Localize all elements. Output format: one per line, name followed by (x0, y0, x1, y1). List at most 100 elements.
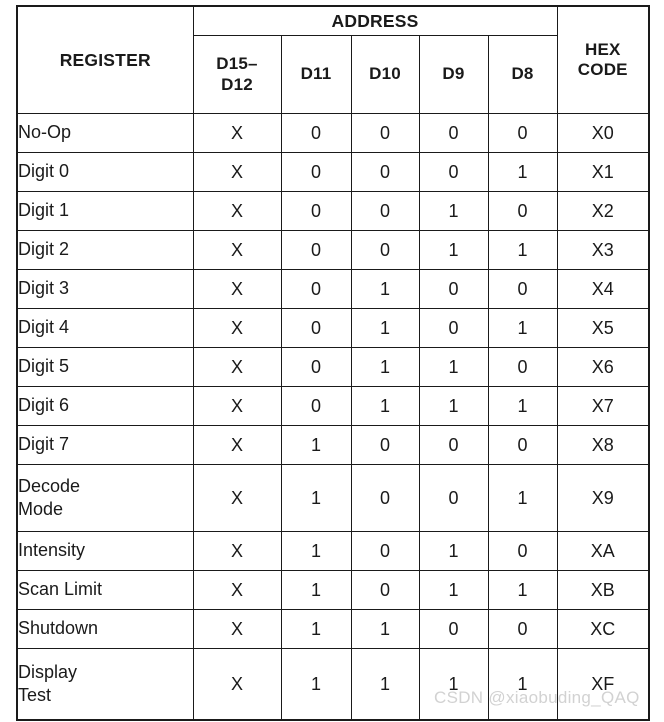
cell-hex-code: XA (556, 531, 650, 571)
cell-register-name: Decode Mode (16, 464, 194, 532)
cell-register-name: Digit 1 (16, 191, 194, 231)
cell-bit-d10: 1 (350, 269, 420, 309)
cell-bit-d8: 0 (487, 425, 558, 465)
cell-bit-d15-d12: X (192, 269, 282, 309)
cell-bit-d10: 0 (350, 570, 420, 610)
table-row: Digit 0 X 0 0 0 1 X1 (16, 152, 650, 192)
table-row: Digit 1 X 0 0 1 0 X2 (16, 191, 650, 231)
cell-bit-d15-d12: X (192, 191, 282, 231)
cell-bit-d11: 0 (280, 308, 352, 348)
cell-bit-d10: 1 (350, 386, 420, 426)
table-row: Digit 4 X 0 1 0 1 X5 (16, 308, 650, 348)
cell-hex-code: X7 (556, 386, 650, 426)
cell-register-name: Digit 0 (16, 152, 194, 192)
cell-bit-d10: 1 (350, 609, 420, 649)
cell-bit-d8: 0 (487, 347, 558, 387)
cell-bit-d11: 1 (280, 425, 352, 465)
cell-register-name: Scan Limit (16, 570, 194, 610)
cell-hex-code: X3 (556, 230, 650, 270)
cell-hex-code: X9 (556, 464, 650, 532)
cell-bit-d11: 1 (280, 464, 352, 532)
cell-register-name: Digit 2 (16, 230, 194, 270)
cell-bit-d9: 1 (418, 386, 489, 426)
cell-bit-d11: 0 (280, 269, 352, 309)
cell-bit-d9: 0 (418, 308, 489, 348)
table-body: No-Op X 0 0 0 0 X0 Digit 0 X 0 0 0 1 X1 Digit 1 X 0 0 1 0 X2… (16, 113, 650, 721)
cell-hex-code: X4 (556, 269, 650, 309)
cell-register-name: Intensity (16, 531, 194, 571)
cell-hex-code: X5 (556, 308, 650, 348)
cell-bit-d9: 1 (418, 570, 489, 610)
cell-bit-d11: 0 (280, 152, 352, 192)
cell-bit-d11: 0 (280, 191, 352, 231)
cell-bit-d9: 1 (418, 347, 489, 387)
cell-bit-d11: 1 (280, 648, 352, 721)
cell-hex-code: X1 (556, 152, 650, 192)
cell-register-name: Digit 7 (16, 425, 194, 465)
cell-bit-d10: 0 (350, 464, 420, 532)
cell-hex-code: XB (556, 570, 650, 610)
column-header-d15-d12: D15– D12 (192, 35, 282, 114)
column-header-d8: D8 (487, 35, 558, 114)
column-header-d11: D11 (280, 35, 352, 114)
cell-bit-d8: 1 (487, 230, 558, 270)
cell-bit-d11: 0 (280, 347, 352, 387)
table-row: Decode Mode X 1 0 0 1 X9 (16, 464, 650, 532)
cell-bit-d8: 1 (487, 386, 558, 426)
cell-register-name: Display Test (16, 648, 194, 721)
cell-bit-d11: 1 (280, 609, 352, 649)
cell-register-name: Digit 4 (16, 308, 194, 348)
table-row: Shutdown X 1 1 0 0 XC (16, 609, 650, 649)
cell-bit-d9: 0 (418, 269, 489, 309)
column-header-d10: D10 (350, 35, 420, 114)
table-row: Digit 2 X 0 0 1 1 X3 (16, 230, 650, 270)
table-row: Digit 3 X 0 1 0 0 X4 (16, 269, 650, 309)
cell-bit-d9: 1 (418, 191, 489, 231)
column-header-address-group: ADDRESS (192, 5, 558, 36)
cell-bit-d8: 0 (487, 269, 558, 309)
cell-bit-d8: 1 (487, 648, 558, 721)
column-header-d9: D9 (418, 35, 489, 114)
cell-bit-d8: 1 (487, 152, 558, 192)
cell-bit-d15-d12: X (192, 648, 282, 721)
cell-bit-d10: 0 (350, 191, 420, 231)
header-row-top: REGISTER ADDRESS HEX CODE (16, 5, 650, 114)
cell-bit-d15-d12: X (192, 531, 282, 571)
cell-bit-d15-d12: X (192, 464, 282, 532)
cell-bit-d8: 0 (487, 531, 558, 571)
cell-bit-d15-d12: X (192, 347, 282, 387)
cell-bit-d9: 0 (418, 425, 489, 465)
cell-bit-d10: 0 (350, 152, 420, 192)
cell-bit-d10: 1 (350, 308, 420, 348)
cell-bit-d10: 0 (350, 113, 420, 153)
cell-bit-d8: 0 (487, 113, 558, 153)
cell-register-name: Digit 6 (16, 386, 194, 426)
cell-register-name: Digit 5 (16, 347, 194, 387)
cell-hex-code: XC (556, 609, 650, 649)
cell-register-name: Digit 3 (16, 269, 194, 309)
cell-bit-d10: 0 (350, 230, 420, 270)
cell-hex-code: X6 (556, 347, 650, 387)
cell-bit-d11: 0 (280, 386, 352, 426)
cell-bit-d15-d12: X (192, 570, 282, 610)
cell-bit-d8: 1 (487, 464, 558, 532)
cell-hex-code: X8 (556, 425, 650, 465)
cell-bit-d9: 0 (418, 609, 489, 649)
cell-bit-d15-d12: X (192, 386, 282, 426)
cell-bit-d11: 1 (280, 570, 352, 610)
cell-bit-d10: 1 (350, 648, 420, 721)
cell-bit-d11: 0 (280, 113, 352, 153)
table-header: REGISTER ADDRESS HEX CODE D15– D12 D11 D… (16, 5, 650, 114)
cell-register-name: No-Op (16, 113, 194, 153)
cell-bit-d15-d12: X (192, 230, 282, 270)
cell-bit-d9: 0 (418, 464, 489, 532)
cell-hex-code: XF (556, 648, 650, 721)
cell-bit-d9: 1 (418, 648, 489, 721)
column-header-hex-code: HEX CODE (556, 5, 650, 114)
cell-bit-d15-d12: X (192, 308, 282, 348)
cell-bit-d15-d12: X (192, 152, 282, 192)
cell-bit-d9: 1 (418, 230, 489, 270)
table-row: Digit 5 X 0 1 1 0 X6 (16, 347, 650, 387)
table-row: Scan Limit X 1 0 1 1 XB (16, 570, 650, 610)
table-row: Intensity X 1 0 1 0 XA (16, 531, 650, 571)
